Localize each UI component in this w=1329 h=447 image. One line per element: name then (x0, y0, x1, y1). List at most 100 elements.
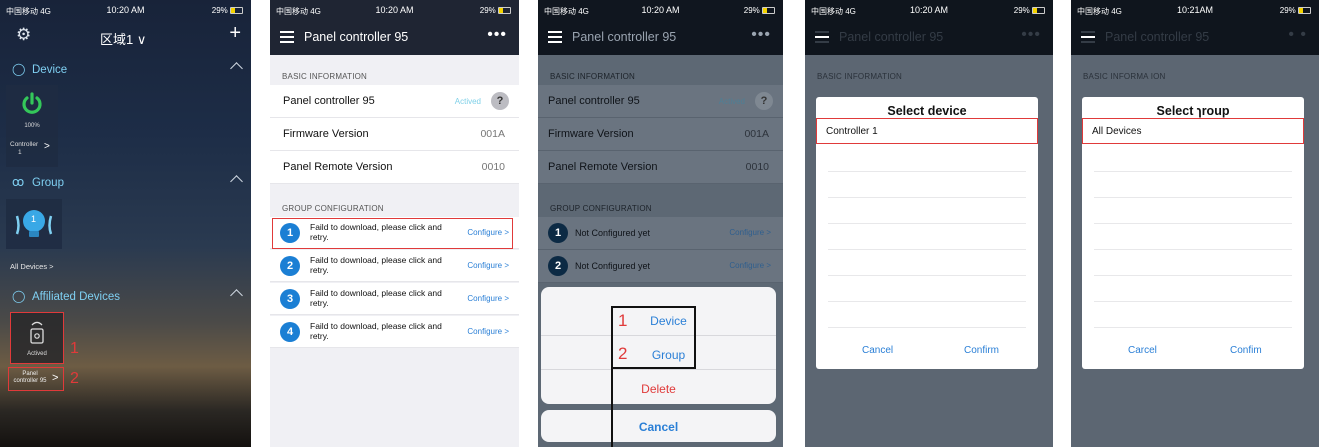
battery: 29% (480, 6, 511, 15)
nav-bar: Panel controller 95 ••• (538, 24, 783, 54)
nav-bar: Panel controller 95 ••• (270, 24, 519, 54)
row-label: Firmware Version (548, 128, 634, 140)
page-title: Panel controller 95 (839, 30, 944, 44)
sheet-cancel-button[interactable]: Cancel (541, 410, 776, 442)
cancel-button[interactable]: Cancel (862, 345, 893, 356)
divider (828, 301, 1026, 302)
option-label: All Devices (1092, 126, 1142, 137)
screen-action-sheet: 中国移动 4G 10:20 AM 29% Panel controller 95… (538, 0, 783, 447)
sheet-item-delete[interactable]: Delete (541, 371, 776, 404)
group-number: 1 (548, 223, 568, 243)
bulb-icon (15, 210, 53, 237)
device-level: 100% (24, 123, 40, 129)
row-value: 0010 (481, 161, 505, 173)
section-header: BASIC INFORMATION (817, 72, 903, 81)
configure-link[interactable]: Configure > (467, 261, 509, 270)
dialog-title: Select device (887, 104, 967, 118)
region-selector[interactable]: 区域1 ∨ (100, 29, 146, 48)
info-row: Firmware Version 001A (538, 118, 783, 151)
highlight-box (272, 218, 513, 249)
group-config-row[interactable]: 4 Faild to download, please click and re… (270, 316, 519, 348)
group-config-row[interactable]: 2 Not Configured yet Configure > (538, 250, 783, 283)
screen-select-group: 中国移动 4G 10:21AM 29% Panel controller 95 … (1071, 0, 1319, 447)
confirm-button[interactable]: Confim (1230, 345, 1262, 356)
group-tile[interactable]: 1 (6, 199, 62, 249)
configure-link[interactable]: Configure > (467, 327, 509, 336)
section-header: GROUP CONFIGURATION (282, 204, 384, 213)
divider (828, 327, 1026, 328)
group-option[interactable]: All Devices (1082, 118, 1304, 144)
menu-icon[interactable] (815, 31, 829, 43)
divider (1094, 275, 1292, 276)
section-header: BASIC INFORMATION (282, 72, 368, 81)
configure-link[interactable]: Configure > (467, 294, 509, 303)
row-label: Firmware Version (283, 128, 369, 140)
divider (828, 171, 1026, 172)
more-icon[interactable]: • • (1288, 26, 1307, 44)
add-button[interactable]: + (229, 22, 241, 45)
device-option[interactable]: Controller 1 (816, 118, 1038, 144)
menu-icon[interactable] (1081, 31, 1095, 43)
row-label: Panel Remote Version (283, 161, 393, 173)
row-value: 0010 (745, 161, 769, 173)
info-row: Panel Remote Version 0010 (270, 151, 519, 184)
marker-1: 1 (70, 340, 79, 357)
more-icon[interactable]: ••• (487, 26, 507, 44)
power-icon (22, 92, 42, 114)
marker-2: 2 (70, 370, 79, 387)
menu-icon[interactable] (548, 31, 562, 43)
configure-link[interactable]: Configure > (729, 261, 771, 270)
cancel-button[interactable]: Carcel (1128, 345, 1157, 356)
select-device-dialog: Select device Controller 1 Cancel Confir… (816, 97, 1038, 369)
group-config-row[interactable]: 2 Faild to download, please click and re… (270, 250, 519, 282)
info-row: Panel controller 95 Actived ? (270, 85, 519, 118)
section-header: BASIC INFORMA ION (1083, 72, 1166, 81)
screen-home: 中国移动 4G 10:20 AM 29% ⚙ 区域1 ∨ + ◯ Device … (0, 0, 251, 447)
dialog-title: Select ɿroup (1156, 104, 1230, 118)
chevron-up-icon (230, 289, 243, 302)
battery: 29% (1014, 6, 1045, 15)
status-bar: 中国移动 4G 10:20 AM 29% (0, 0, 251, 22)
help-icon[interactable]: ? (755, 92, 773, 110)
divider (1094, 301, 1292, 302)
section-group[interactable]: ꝏ Group (0, 170, 251, 196)
annotation-line (611, 369, 613, 447)
section-affiliated[interactable]: ◯ Affiliated Devices (0, 284, 251, 310)
sheet-item-label: Delete (641, 382, 676, 396)
status-bar: 中国移动 4G 10:20 AM 29% (270, 0, 519, 22)
confirm-button[interactable]: Confirm (964, 345, 999, 356)
config-message: Faild to download, please click and retr… (310, 255, 442, 275)
section-device[interactable]: ◯ Device (0, 57, 251, 83)
status-badge: Actived (454, 97, 481, 106)
config-message: Faild to download, please click and retr… (310, 288, 442, 308)
divider (1094, 197, 1292, 198)
divider (1094, 249, 1292, 250)
status-bar: 中国移动 4G 10:20 AM 29% (538, 0, 783, 22)
group-config-row[interactable]: 3 Faild to download, please click and re… (270, 283, 519, 315)
row-label: Panel controller 95 (283, 95, 375, 107)
row-label: Panel controller 95 (548, 95, 640, 107)
home-header: ⚙ 区域1 ∨ + (0, 22, 251, 56)
chevron-right-icon: > (52, 372, 59, 384)
more-icon[interactable]: ••• (1021, 26, 1041, 44)
section-header: BASIC INFORMATION (550, 72, 636, 81)
device-tile[interactable]: 100% Controller 1 > (6, 85, 58, 167)
menu-icon[interactable] (280, 31, 294, 43)
help-icon[interactable]: ? (491, 92, 509, 110)
gear-icon[interactable]: ⚙ (16, 25, 31, 45)
group-config-row[interactable]: 1 Not Configured yet Configure > (538, 217, 783, 250)
battery: 29% (744, 6, 775, 15)
bulb-outline-icon: ◯ (12, 289, 26, 303)
affiliated-name[interactable]: Panel controller 95 (10, 371, 50, 385)
chevron-up-icon (230, 175, 243, 188)
group-number: 3 (280, 289, 300, 309)
screen-select-device: 中国移动 4G 10:20 AM 29% Panel controller 95… (805, 0, 1053, 447)
config-message: Not Configured yet (575, 228, 651, 238)
info-row: Panel controller 95 Actived ? (538, 85, 783, 118)
status-badge: Actived (718, 97, 745, 106)
configure-link[interactable]: Configure > (729, 228, 771, 237)
group-tile-label[interactable]: All Devices > (10, 262, 54, 271)
divider (1094, 171, 1292, 172)
more-icon[interactable]: ••• (751, 26, 771, 44)
section-title: Affiliated Devices (32, 291, 120, 303)
